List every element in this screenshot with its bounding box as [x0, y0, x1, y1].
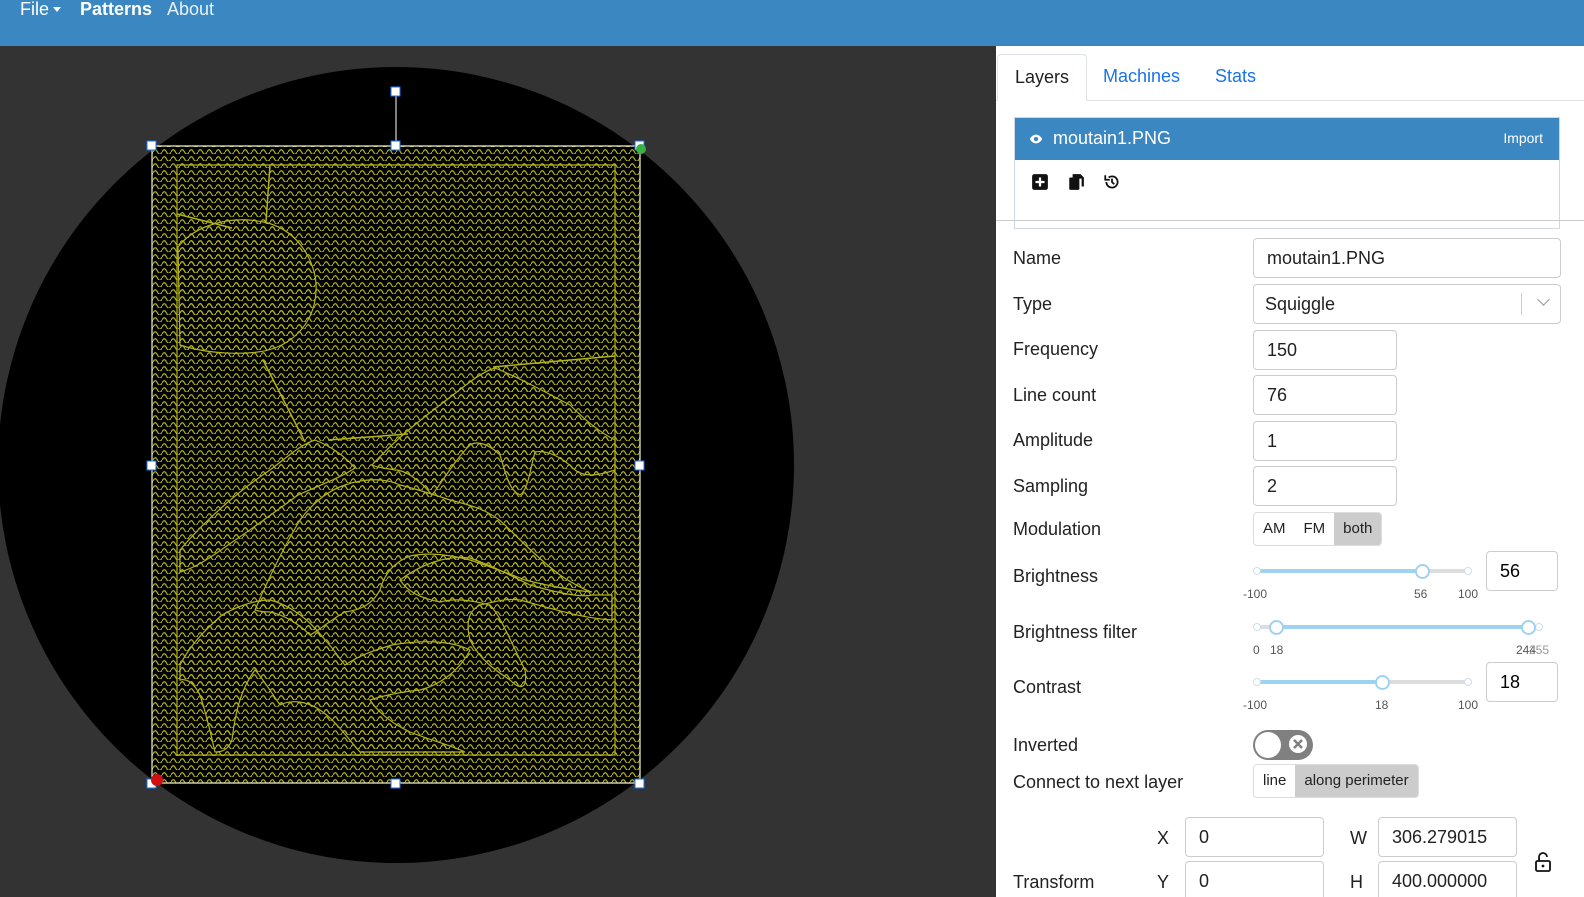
- sampling-field[interactable]: 2: [1253, 466, 1397, 506]
- brightness-filter-max-label: 255: [1529, 643, 1550, 657]
- w-field[interactable]: 306.279015: [1378, 817, 1517, 857]
- contrast-label: Contrast: [1013, 677, 1082, 697]
- rotate-handle[interactable]: [390, 86, 401, 97]
- chevron-down-icon: [1537, 293, 1550, 306]
- x-field[interactable]: 0: [1185, 817, 1324, 857]
- resize-handle-left[interactable]: [146, 460, 157, 471]
- transform-label: Transform: [1013, 872, 1095, 892]
- y-label: Y: [1157, 872, 1170, 892]
- resize-handle-bottom[interactable]: [390, 778, 401, 789]
- preview-canvas[interactable]: [0, 46, 996, 897]
- tab-machines[interactable]: Machines: [1086, 54, 1197, 99]
- top-navbar: File Patterns About: [0, 0, 1584, 46]
- unlock-icon[interactable]: [1534, 852, 1552, 872]
- brightness-filter-slider[interactable]: [1253, 617, 1543, 637]
- x-label: X: [1157, 828, 1170, 848]
- amplitude-field[interactable]: 1: [1253, 421, 1397, 461]
- connect-option-along-perimeter[interactable]: along perimeter: [1295, 765, 1418, 797]
- modulation-toggle: AM FM both: [1253, 512, 1383, 546]
- connect-next-layer-label: Connect to next layer: [1013, 772, 1184, 792]
- brightness-filter-low-label: 18: [1270, 643, 1284, 657]
- brightness-field[interactable]: 56: [1486, 551, 1558, 591]
- resize-handle-right[interactable]: [634, 460, 645, 471]
- path-start-marker: [151, 774, 163, 786]
- plus-square-icon[interactable]: [1031, 173, 1049, 191]
- h-field[interactable]: 400.000000: [1378, 861, 1517, 897]
- caret-down-icon: [53, 7, 62, 12]
- path-end-marker: [636, 144, 646, 154]
- name-field[interactable]: moutain1.PNG: [1253, 238, 1561, 278]
- brightness-current-label: 56: [1414, 587, 1428, 601]
- modulation-option-am[interactable]: AM: [1254, 513, 1294, 545]
- name-label: Name: [1013, 248, 1062, 268]
- layer-item[interactable]: moutain1.PNG Import: [1015, 118, 1559, 160]
- w-label: W: [1350, 828, 1367, 848]
- sampling-label: Sampling: [1013, 476, 1089, 496]
- modulation-option-fm[interactable]: FM: [1295, 513, 1335, 545]
- toggle-knob: [1255, 732, 1281, 758]
- select-separator: [1521, 293, 1522, 315]
- inverted-label: Inverted: [1013, 735, 1079, 755]
- line-count-field[interactable]: 76: [1253, 375, 1397, 415]
- contrast-slider-handle[interactable]: [1375, 675, 1390, 690]
- frequency-field[interactable]: 150: [1253, 330, 1397, 370]
- brightness-label: Brightness: [1013, 566, 1099, 586]
- type-select[interactable]: Squiggle: [1253, 284, 1561, 324]
- file-menu[interactable]: File: [20, 0, 62, 20]
- tab-stats[interactable]: Stats: [1198, 54, 1273, 99]
- connect-mode-toggle: line along perimeter: [1253, 764, 1419, 798]
- h-label: H: [1350, 872, 1363, 892]
- brightness-filter-label: Brightness filter: [1013, 622, 1138, 642]
- contrast-current-label: 18: [1375, 698, 1389, 712]
- layer-name: moutain1.PNG: [1053, 128, 1172, 148]
- contrast-max-label: 100: [1458, 698, 1479, 712]
- connect-option-line[interactable]: line: [1254, 765, 1295, 797]
- contrast-min-label: -100: [1243, 698, 1268, 712]
- history-icon[interactable]: [1103, 173, 1121, 191]
- brightness-slider-handle[interactable]: [1415, 564, 1430, 579]
- brightness-slider[interactable]: [1253, 561, 1472, 581]
- brightness-filter-high-handle[interactable]: [1521, 620, 1536, 635]
- close-icon: [1289, 735, 1307, 753]
- file-menu-label: File: [20, 0, 50, 19]
- tab-layers[interactable]: Layers: [997, 54, 1088, 101]
- about-link[interactable]: About: [167, 0, 214, 20]
- y-field[interactable]: 0: [1185, 861, 1324, 897]
- brightness-max-label: 100: [1458, 587, 1479, 601]
- frequency-label: Frequency: [1013, 339, 1099, 359]
- divider: [996, 220, 1584, 221]
- type-label: Type: [1013, 294, 1053, 314]
- resize-handle-top-left[interactable]: [146, 140, 157, 151]
- line-count-label: Line count: [1013, 385, 1097, 405]
- sidebar-tabs: Layers Machines Stats: [996, 54, 1584, 101]
- preview-drawing[interactable]: [0, 46, 996, 897]
- brightness-filter-low-handle[interactable]: [1269, 620, 1284, 635]
- patterns-link[interactable]: Patterns: [80, 0, 152, 20]
- import-button[interactable]: Import: [1503, 130, 1543, 146]
- squiggle-sun: [177, 219, 317, 354]
- layer-list: moutain1.PNG Import: [1014, 117, 1560, 229]
- copy-icon[interactable]: [1067, 173, 1085, 191]
- type-select-value: Squiggle: [1265, 294, 1336, 314]
- modulation-label: Modulation: [1013, 519, 1102, 539]
- resize-handle-bottom-right[interactable]: [634, 778, 645, 789]
- eye-icon[interactable]: [1029, 132, 1043, 146]
- properties-sidebar: Layers Machines Stats moutain1.PNG Impor…: [996, 46, 1584, 897]
- inverted-toggle[interactable]: [1253, 730, 1313, 760]
- brightness-filter-min-label: 0: [1253, 643, 1260, 657]
- contrast-slider[interactable]: [1253, 672, 1472, 692]
- brightness-min-label: -100: [1243, 587, 1268, 601]
- amplitude-label: Amplitude: [1013, 430, 1094, 450]
- modulation-option-both[interactable]: both: [1334, 513, 1382, 545]
- contrast-field[interactable]: 18: [1486, 662, 1558, 702]
- resize-handle-top[interactable]: [390, 140, 401, 151]
